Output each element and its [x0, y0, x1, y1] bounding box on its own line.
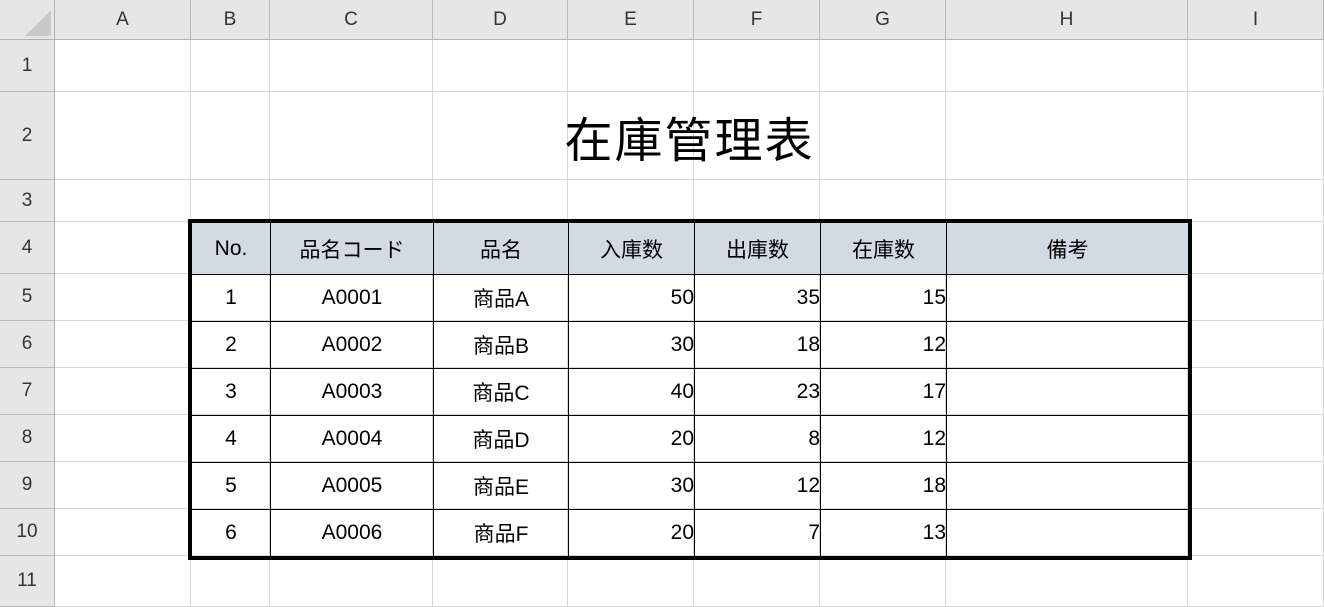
cell-inbound[interactable]: 20: [568, 509, 695, 557]
cell-inbound[interactable]: 40: [568, 368, 695, 416]
cell-note[interactable]: [946, 368, 1189, 416]
table-row: 4 A0004 商品D 20 8 12: [191, 415, 1189, 463]
cell-outbound[interactable]: 7: [694, 509, 821, 557]
cell-code[interactable]: A0002: [270, 321, 434, 369]
cell-no[interactable]: 5: [191, 462, 271, 510]
column-header-d[interactable]: D: [433, 0, 568, 40]
cell-stock[interactable]: 17: [820, 368, 947, 416]
cell-code[interactable]: A0006: [270, 509, 434, 557]
cell-inbound[interactable]: 30: [568, 462, 695, 510]
row-header-7[interactable]: 7: [0, 368, 55, 415]
row-header-8[interactable]: 8: [0, 415, 55, 462]
cell-name[interactable]: 商品A: [433, 274, 569, 322]
cell-note[interactable]: [946, 274, 1189, 322]
table-row: 6 A0006 商品F 20 7 13: [191, 509, 1189, 557]
cell-stock[interactable]: 15: [820, 274, 947, 322]
column-header-f[interactable]: F: [694, 0, 820, 40]
row-header-5[interactable]: 5: [0, 274, 55, 321]
cell-outbound[interactable]: 8: [694, 415, 821, 463]
row-header-11[interactable]: 11: [0, 556, 55, 607]
cell-name[interactable]: 商品D: [433, 415, 569, 463]
table-row: 3 A0003 商品C 40 23 17: [191, 368, 1189, 416]
header-stock: 在庫数: [820, 222, 947, 275]
select-all-triangle-icon: [25, 10, 51, 36]
cell-stock[interactable]: 13: [820, 509, 947, 557]
table-header-row: No. 品名コード 品名 入庫数 出庫数 在庫数 備考: [191, 222, 1189, 275]
column-header-b[interactable]: B: [191, 0, 270, 40]
row-header-3[interactable]: 3: [0, 180, 55, 222]
cell-note[interactable]: [946, 462, 1189, 510]
row-header-10[interactable]: 10: [0, 509, 55, 556]
cell-code[interactable]: A0003: [270, 368, 434, 416]
cell-no[interactable]: 6: [191, 509, 271, 557]
header-name: 品名: [433, 222, 569, 275]
cell-name[interactable]: 商品C: [433, 368, 569, 416]
cell-outbound[interactable]: 23: [694, 368, 821, 416]
page-title: 在庫管理表: [564, 115, 815, 168]
cell-no[interactable]: 2: [191, 321, 271, 369]
row-header-4[interactable]: 4: [0, 222, 55, 274]
spreadsheet-canvas: ABCDEFGHI 1 2 3 4 5 6 7 8 9 10 11 在庫管理表 No. 品名コード …: [0, 0, 1324, 607]
cell-no[interactable]: 3: [191, 368, 271, 416]
cell-no[interactable]: 1: [191, 274, 271, 322]
cell-code[interactable]: A0001: [270, 274, 434, 322]
row-header-6[interactable]: 6: [0, 321, 55, 368]
select-all-corner[interactable]: [0, 0, 55, 40]
column-header-c[interactable]: C: [270, 0, 433, 40]
cell-stock[interactable]: 18: [820, 462, 947, 510]
cell-note[interactable]: [946, 415, 1189, 463]
column-header-g[interactable]: G: [820, 0, 946, 40]
column-header-i[interactable]: I: [1188, 0, 1324, 40]
row-header-column: 1 2 3 4 5 6 7 8 9 10 11: [0, 40, 55, 607]
header-inbound: 入庫数: [568, 222, 695, 275]
header-code: 品名コード: [270, 222, 434, 275]
header-no: No.: [191, 222, 271, 275]
cell-name[interactable]: 商品F: [433, 509, 569, 557]
row-header-1[interactable]: 1: [0, 40, 55, 92]
cell-code[interactable]: A0004: [270, 415, 434, 463]
cell-stock[interactable]: 12: [820, 321, 947, 369]
table-row: 1 A0001 商品A 50 35 15: [191, 274, 1189, 322]
cell-inbound[interactable]: 20: [568, 415, 695, 463]
cell-stock[interactable]: 12: [820, 415, 947, 463]
column-header-h[interactable]: H: [946, 0, 1188, 40]
cell-outbound[interactable]: 12: [694, 462, 821, 510]
cell-code[interactable]: A0005: [270, 462, 434, 510]
cell-inbound[interactable]: 30: [568, 321, 695, 369]
cell-inbound[interactable]: 50: [568, 274, 695, 322]
cell-note[interactable]: [946, 509, 1189, 557]
column-header-row: ABCDEFGHI: [0, 0, 1324, 40]
row-header-2[interactable]: 2: [0, 92, 55, 180]
column-header-e[interactable]: E: [568, 0, 694, 40]
cell-outbound[interactable]: 18: [694, 321, 821, 369]
row-header-9[interactable]: 9: [0, 462, 55, 509]
cell-no[interactable]: 4: [191, 415, 271, 463]
cell-note[interactable]: [946, 321, 1189, 369]
cell-name[interactable]: 商品E: [433, 462, 569, 510]
header-outbound: 出庫数: [694, 222, 821, 275]
cell-outbound[interactable]: 35: [694, 274, 821, 322]
inventory-table: No. 品名コード 品名 入庫数 出庫数 在庫数 備考 1 A0001 商品A 50 3…: [188, 219, 1192, 560]
cell-name[interactable]: 商品B: [433, 321, 569, 369]
table-row: 5 A0005 商品E 30 12 18: [191, 462, 1189, 510]
column-header-a[interactable]: A: [55, 0, 191, 40]
header-note: 備考: [946, 222, 1189, 275]
table-row: 2 A0002 商品B 30 18 12: [191, 321, 1189, 369]
